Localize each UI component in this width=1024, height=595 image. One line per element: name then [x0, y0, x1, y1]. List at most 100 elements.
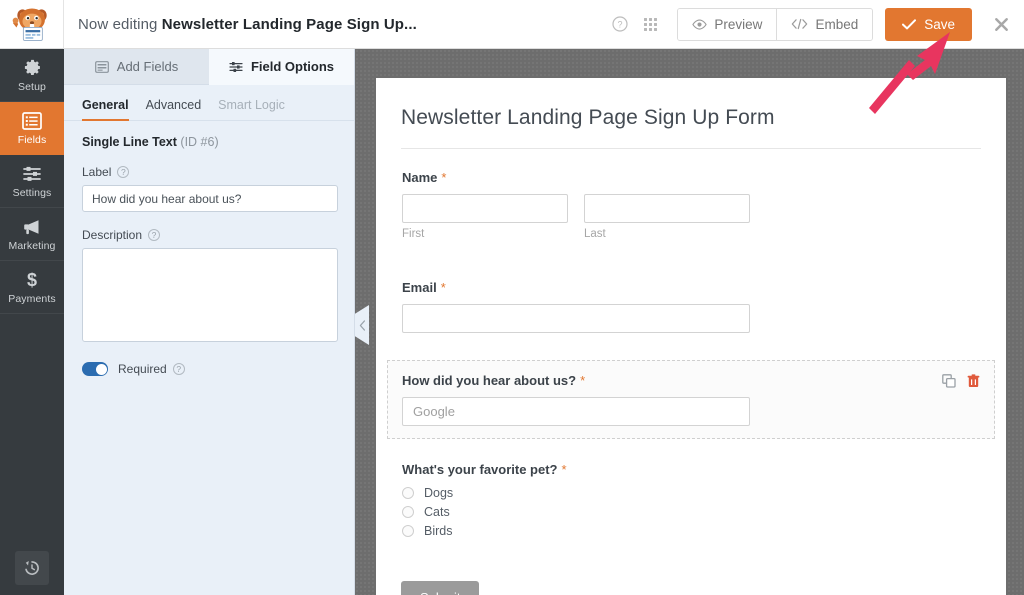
- preview-label-name: Name *: [402, 170, 980, 185]
- builder-sidebar: Setup Fields Settings Marketing $ Paymen…: [0, 49, 64, 595]
- preview-field-email[interactable]: Email *: [387, 267, 995, 346]
- add-fields-icon: [94, 60, 109, 73]
- subtab-advanced[interactable]: Advanced: [146, 98, 202, 121]
- name-last-wrap: Last: [584, 194, 750, 240]
- form-preview-canvas: Newsletter Landing Page Sign Up Form Nam…: [355, 49, 1024, 595]
- email-input[interactable]: [402, 304, 750, 333]
- name-first-input[interactable]: [402, 194, 568, 223]
- radio-label-dogs: Dogs: [424, 486, 454, 500]
- panel-tab-bar: Add Fields Field Options: [64, 49, 354, 85]
- label-field-heading: Label ?: [82, 165, 336, 179]
- sidebar-item-marketing[interactable]: Marketing: [0, 208, 64, 261]
- radio-label-cats: Cats: [424, 505, 450, 519]
- radio-button-icon: [402, 525, 414, 537]
- sliders-icon: [22, 164, 42, 184]
- label-input[interactable]: How did you hear about us?: [82, 185, 338, 212]
- description-field-text: Description: [82, 228, 143, 242]
- sidebar-item-setup[interactable]: Setup: [0, 49, 64, 102]
- field-action-buttons: [942, 374, 980, 393]
- svg-text:$: $: [27, 270, 37, 289]
- sidebar-item-payments[interactable]: $ Payments: [0, 261, 64, 314]
- tab-add-fields[interactable]: Add Fields: [64, 49, 209, 85]
- chevron-left-icon: [359, 319, 365, 331]
- eye-icon: [692, 18, 708, 30]
- field-type-name: Single Line Text: [82, 135, 177, 149]
- sidebar-label-payments: Payments: [8, 292, 56, 305]
- preview-label-email: Email *: [402, 280, 980, 295]
- name-first-sublabel: First: [402, 228, 425, 240]
- trash-icon[interactable]: [967, 374, 980, 393]
- name-inputs: First Last: [402, 194, 980, 240]
- form-title: Newsletter Landing Page Sign Up Form: [401, 106, 981, 149]
- help-question-icon[interactable]: ?: [172, 363, 185, 375]
- checkmark-icon: [902, 18, 917, 29]
- panel-content: Single Line Text (ID #6) Label ? How did…: [64, 121, 354, 376]
- history-revision-icon: [25, 560, 39, 575]
- preview-button[interactable]: Preview: [678, 8, 777, 40]
- how-did-you-hear-placeholder: Google: [413, 404, 455, 419]
- duplicate-icon[interactable]: [942, 374, 956, 393]
- name-last-sublabel: Last: [584, 228, 606, 240]
- gear-icon: [23, 58, 42, 78]
- grid-dots-icon: [643, 17, 657, 31]
- radio-button-icon: [402, 487, 414, 499]
- preview-field-name[interactable]: Name * First Last: [387, 157, 995, 253]
- editing-form-name: Newsletter Landing Page Sign Up...: [161, 15, 417, 33]
- close-x-icon: [994, 17, 1008, 31]
- editing-prefix: Now editing: [78, 15, 162, 33]
- close-builder-button[interactable]: [988, 11, 1014, 37]
- preview-label-favorite-pet-text: What's your favorite pet?: [402, 462, 558, 477]
- dollar-icon: $: [22, 270, 42, 290]
- help-icon[interactable]: ?: [605, 9, 635, 39]
- preview-label-name-text: Name: [402, 170, 438, 185]
- code-icon: [792, 18, 808, 30]
- field-options-icon: [229, 61, 243, 72]
- required-label: Required: [118, 362, 167, 376]
- question-circle-icon: ?: [612, 16, 629, 32]
- preview-label-email-text: Email: [402, 280, 437, 295]
- tab-add-fields-label: Add Fields: [116, 59, 179, 74]
- submit-button[interactable]: Submit: [401, 581, 480, 595]
- wpforms-logo: [0, 0, 64, 49]
- sidebar-label-marketing: Marketing: [8, 239, 56, 252]
- radio-button-icon: [402, 506, 414, 518]
- help-question-icon[interactable]: ?: [148, 229, 161, 241]
- subtab-smart-logic[interactable]: Smart Logic: [218, 98, 285, 121]
- sidebar-item-settings[interactable]: Settings: [0, 155, 64, 208]
- field-options-panel: Add Fields Field Options General Advance…: [64, 49, 355, 595]
- preview-field-how-did-you-hear[interactable]: How did you hear about us? * Google: [387, 360, 995, 439]
- radio-option-cats[interactable]: Cats: [402, 505, 980, 519]
- radio-option-birds[interactable]: Birds: [402, 524, 980, 538]
- list-form-icon: [22, 111, 42, 131]
- required-star: *: [440, 280, 446, 295]
- subtab-general[interactable]: General: [82, 98, 129, 121]
- required-star: *: [561, 462, 567, 477]
- toolbar-actions: ? Preview Embed Save: [605, 7, 1024, 41]
- preview-label-how-did-you-hear: How did you hear about us? *: [402, 373, 980, 388]
- top-toolbar: Now editing Newsletter Landing Page Sign…: [0, 0, 1024, 49]
- apps-grid-icon[interactable]: [635, 9, 665, 39]
- save-label: Save: [924, 16, 955, 32]
- required-toggle[interactable]: [82, 362, 108, 376]
- editing-title: Now editing Newsletter Landing Page Sign…: [78, 16, 417, 33]
- beaver-mascot-icon: [12, 8, 47, 41]
- preview-field-favorite-pet[interactable]: What's your favorite pet? * Dogs Cats Bi…: [387, 449, 995, 551]
- tab-field-options[interactable]: Field Options: [209, 49, 354, 85]
- sidebar-item-fields[interactable]: Fields: [0, 102, 64, 155]
- radio-option-dogs[interactable]: Dogs: [402, 486, 980, 500]
- svg-text:?: ?: [618, 20, 623, 30]
- required-toggle-row: Required ?: [82, 362, 336, 376]
- name-last-input[interactable]: [584, 194, 750, 223]
- preview-label-favorite-pet: What's your favorite pet? *: [402, 462, 980, 477]
- description-textarea[interactable]: [82, 248, 338, 342]
- megaphone-icon: [22, 217, 42, 237]
- required-star: *: [580, 373, 586, 388]
- how-did-you-hear-input[interactable]: Google: [402, 397, 750, 426]
- panel-subtab-bar: General Advanced Smart Logic: [64, 85, 354, 121]
- revisions-button[interactable]: [15, 551, 49, 585]
- embed-button[interactable]: Embed: [776, 8, 873, 40]
- wpforms-builder-window: Now editing Newsletter Landing Page Sign…: [0, 0, 1024, 595]
- sidebar-label-settings: Settings: [12, 186, 52, 199]
- save-button[interactable]: Save: [885, 7, 972, 41]
- help-question-icon[interactable]: ?: [117, 166, 130, 178]
